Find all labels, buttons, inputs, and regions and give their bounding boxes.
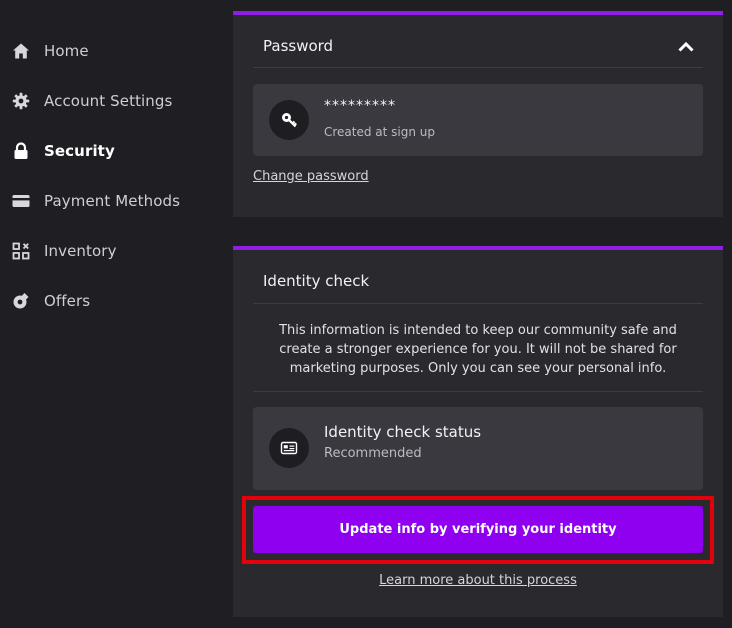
- gear-icon: [12, 92, 30, 110]
- password-info-box: ********* Created at sign up: [253, 84, 703, 156]
- sidebar: Home Account Settings Security Payment M…: [0, 0, 216, 628]
- divider: [253, 303, 703, 304]
- sidebar-item-label: Security: [44, 142, 115, 160]
- change-password-link[interactable]: Change password: [253, 169, 369, 184]
- sidebar-item-account-settings[interactable]: Account Settings: [12, 87, 172, 115]
- sidebar-item-home[interactable]: Home: [12, 37, 89, 65]
- password-masked-value: *********: [324, 98, 396, 114]
- verify-identity-button[interactable]: Update info by verifying your identity: [253, 506, 703, 553]
- sidebar-item-label: Offers: [44, 292, 91, 310]
- sidebar-item-security[interactable]: Security: [12, 137, 115, 165]
- chevron-up-icon[interactable]: [677, 38, 695, 56]
- password-title: Password: [263, 37, 334, 55]
- divider: [253, 67, 703, 68]
- id-card-icon: [269, 428, 309, 468]
- key-icon: [269, 100, 309, 140]
- divider: [253, 391, 703, 392]
- sidebar-item-payment-methods[interactable]: Payment Methods: [12, 187, 180, 215]
- password-card: Password ********* Created at sign up Ch…: [233, 11, 723, 217]
- sidebar-item-offers[interactable]: Offers: [12, 287, 90, 315]
- offers-icon: [12, 292, 30, 310]
- identity-check-title: Identity check: [263, 272, 370, 290]
- password-created-text: Created at sign up: [324, 125, 436, 139]
- inventory-icon: [12, 242, 30, 260]
- identity-status-value: Recommended: [324, 446, 422, 461]
- learn-more-link-label: Learn more about this process: [379, 573, 577, 588]
- identity-info-text: This information is intended to keep our…: [279, 323, 677, 376]
- identity-status-title: Identity check status: [324, 423, 482, 441]
- sidebar-item-inventory[interactable]: Inventory: [12, 237, 117, 265]
- identity-status-box: Identity check status Recommended: [253, 407, 703, 490]
- sidebar-item-label: Account Settings: [44, 92, 173, 110]
- sidebar-item-label: Home: [44, 42, 89, 60]
- credit-card-icon: [12, 192, 30, 210]
- lock-icon: [12, 142, 30, 160]
- learn-more-link[interactable]: Learn more about this process: [233, 573, 723, 588]
- sidebar-item-label: Payment Methods: [44, 192, 181, 210]
- sidebar-item-label: Inventory: [44, 242, 117, 260]
- home-icon: [12, 42, 30, 60]
